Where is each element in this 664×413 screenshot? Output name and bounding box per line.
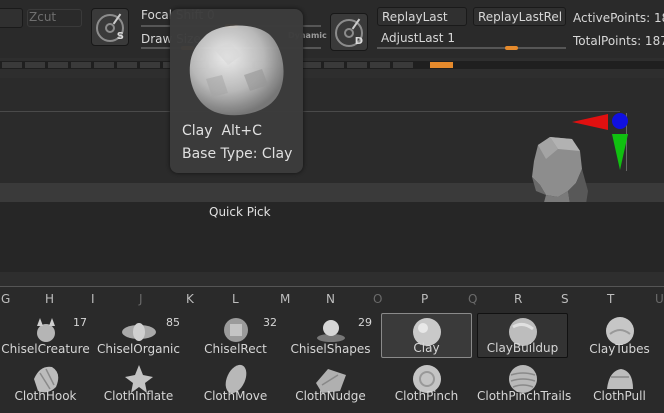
brush-count: 29 — [358, 316, 372, 329]
zcut-button[interactable] — [27, 9, 82, 27]
hotkey-label: T — [607, 292, 615, 306]
hotkey-label: G — [1, 292, 11, 306]
brush-clothpinchtrails[interactable]: ClothPinchTrails — [477, 360, 572, 405]
sym-d-button[interactable]: D — [330, 13, 368, 51]
brush-name: ClothInflate — [103, 389, 174, 403]
hotkey-label: U — [655, 292, 664, 306]
brush-count: 32 — [263, 316, 277, 329]
tooltip-hotkey: Alt+C — [221, 123, 262, 139]
shapes-brush-icon — [316, 320, 345, 342]
tooltip-brush-name: Clay — [182, 123, 213, 139]
replay-last-rel-button[interactable]: ReplayLastRel — [473, 7, 566, 26]
brush-name: ClothNudge — [295, 389, 366, 403]
hotkey-label: J — [139, 292, 143, 306]
brush-clothpull[interactable]: ClothPull — [574, 360, 664, 405]
brush-name: ChiselCreature — [1, 342, 90, 356]
adjust-last-track[interactable] — [377, 47, 566, 49]
hotkey-label: Q — [468, 292, 478, 306]
active-shelf-marker — [430, 62, 453, 68]
brush-chiselorganic[interactable]: 85 ChiselOrganic — [93, 313, 184, 358]
brush-name: ChiselOrganic — [97, 342, 180, 356]
total-points-readout: TotalPoints: 187, — [573, 34, 664, 48]
hotkey-label: K — [186, 292, 194, 306]
brush-claybuildup[interactable]: ClayBuildup — [477, 313, 568, 358]
hotkey-label: O — [373, 292, 383, 306]
quick-pick-panel: Quick Pick — [0, 202, 664, 272]
x-axis-arrow-icon — [572, 114, 608, 130]
brush-name: ClothPinch — [394, 389, 459, 403]
brush-name: ClothPinchTrails — [477, 389, 572, 403]
z-axis-dot-icon — [612, 113, 628, 129]
brush-count: 17 — [73, 316, 87, 329]
brush-name: ClothPull — [593, 389, 646, 403]
brush-clothmove[interactable]: ClothMove — [190, 360, 281, 405]
sym-s-button[interactable]: S — [91, 8, 129, 46]
brush-clothhook[interactable]: ClothHook — [0, 360, 91, 405]
brush-name: ClayTubes — [589, 342, 650, 356]
creature-brush-icon — [36, 318, 55, 342]
rect-brush-icon — [223, 318, 248, 342]
shelf-divider-strip — [0, 61, 664, 69]
hotkey-label: S — [561, 292, 569, 306]
active-points-readout: ActivePoints: 187 — [573, 11, 664, 25]
adjust-last-value: 1 — [447, 31, 455, 45]
brush-chiselcreature[interactable]: 17 ChiselCreature — [0, 313, 91, 358]
tooltip-title: Clay Alt+C — [182, 123, 262, 139]
brush-name: ChiselShapes — [290, 342, 371, 356]
hotkey-label: R — [514, 292, 523, 306]
organic-brush-icon — [121, 323, 156, 341]
brush-name: ClayBuildup — [486, 341, 559, 355]
brush-claytubes[interactable]: ClayTubes — [574, 313, 664, 358]
y-axis-arrow-icon — [612, 134, 628, 170]
brush-name: ClothMove — [203, 389, 268, 403]
brush-name: ClothHook — [14, 389, 77, 403]
hotkey-label: P — [421, 292, 429, 306]
top-toolbar: Zcut S Focal Shift 0 Draw Size Dynamic D… — [0, 0, 664, 58]
hotkey-label: M — [280, 292, 291, 306]
brush-clay[interactable]: Clay — [381, 313, 472, 358]
hotkey-label: L — [232, 292, 239, 306]
brush-clothinflate[interactable]: ClothInflate — [93, 360, 184, 405]
brush-clothpinch[interactable]: ClothPinch — [381, 360, 472, 405]
d-letter: D — [354, 36, 363, 47]
axis-gizmo[interactable] — [572, 110, 634, 172]
brush-chiselshapes[interactable]: 29 ChiselShapes — [285, 313, 376, 358]
s-letter: S — [116, 31, 124, 42]
brush-tooltip: Clay Alt+C Base Type: Clay — [170, 9, 303, 173]
tooltip-base-type: Base Type: Clay — [182, 146, 293, 162]
hotkey-label: I — [91, 292, 95, 306]
brush-chiselrect[interactable]: 32 ChiselRect — [190, 313, 281, 358]
brush-clothnudge[interactable]: ClothNudge — [285, 360, 376, 405]
adjust-last-knob[interactable] — [505, 46, 518, 50]
brush-name: Clay — [413, 341, 440, 355]
hotkey-label: N — [326, 292, 335, 306]
hotkey-label: H — [45, 292, 55, 306]
adjust-last-slider[interactable]: AdjustLast 1 — [381, 31, 455, 45]
adjust-last-label: AdjustLast — [381, 31, 444, 45]
replay-last-button[interactable]: ReplayLast — [377, 7, 467, 26]
clay-brush-preview-icon — [189, 25, 284, 116]
quick-pick-label: Quick Pick — [209, 205, 271, 219]
left-edge-button[interactable] — [0, 8, 23, 28]
brush-name: ChiselRect — [204, 342, 267, 356]
brush-count: 85 — [166, 316, 180, 329]
